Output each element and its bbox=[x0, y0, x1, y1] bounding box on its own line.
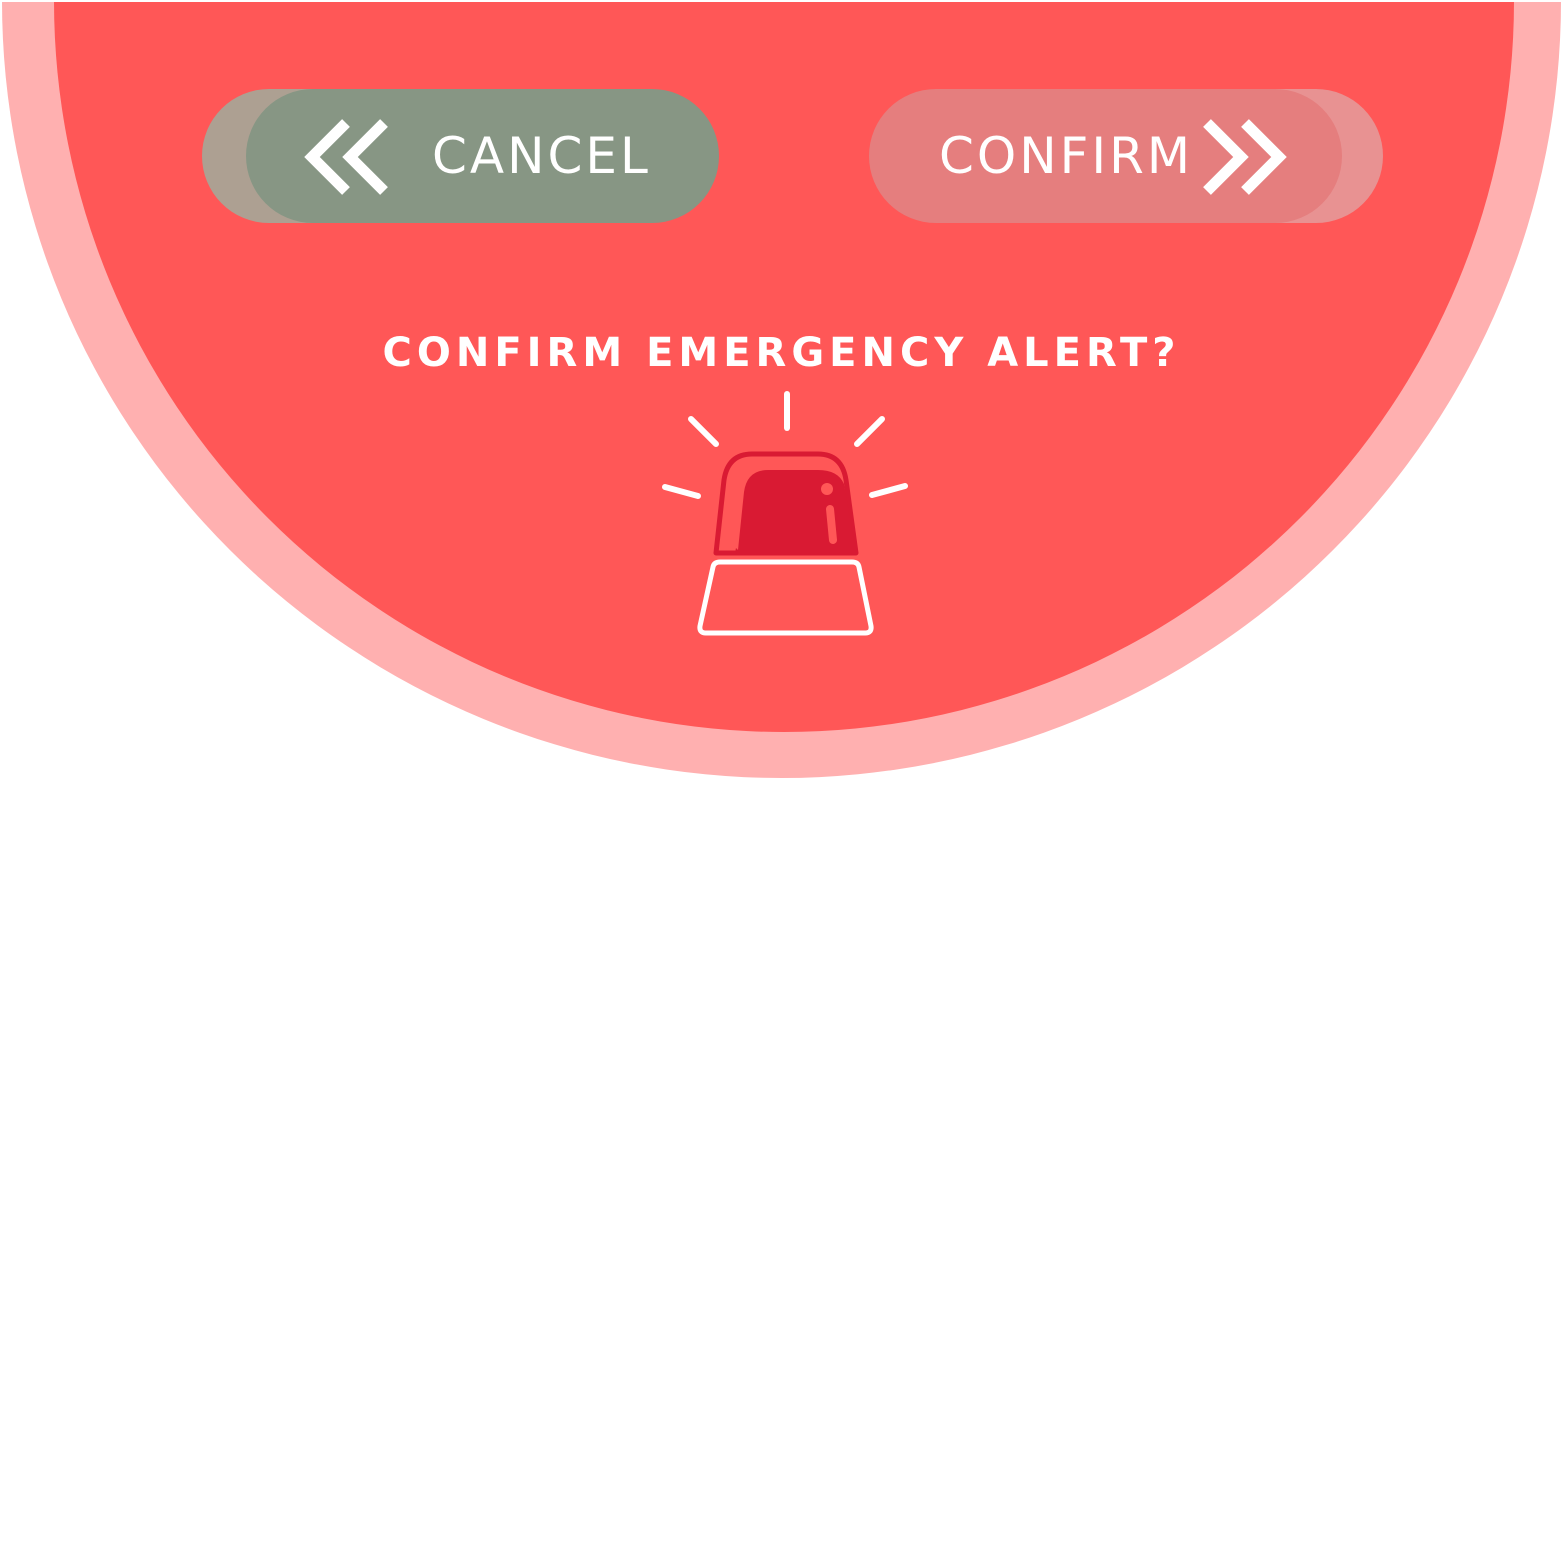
chevron-double-left-icon bbox=[304, 119, 388, 195]
cancel-button-label: CANCEL bbox=[432, 127, 651, 185]
alert-prompt-title: CONFIRM EMERGENCY ALERT? bbox=[382, 330, 1181, 376]
confirm-button-label: CONFIRM bbox=[939, 127, 1194, 185]
cancel-button[interactable]: CANCEL bbox=[202, 89, 719, 223]
top-edge bbox=[0, 0, 1563, 2]
emergency-alert-screen: CANCEL CONFIRM CONFIRM EMERGENCY ALERT? bbox=[0, 0, 1563, 1563]
confirm-button[interactable]: CONFIRM bbox=[869, 89, 1383, 223]
emergency-siren-icon bbox=[662, 391, 908, 636]
chevron-double-right-icon bbox=[1203, 119, 1287, 195]
